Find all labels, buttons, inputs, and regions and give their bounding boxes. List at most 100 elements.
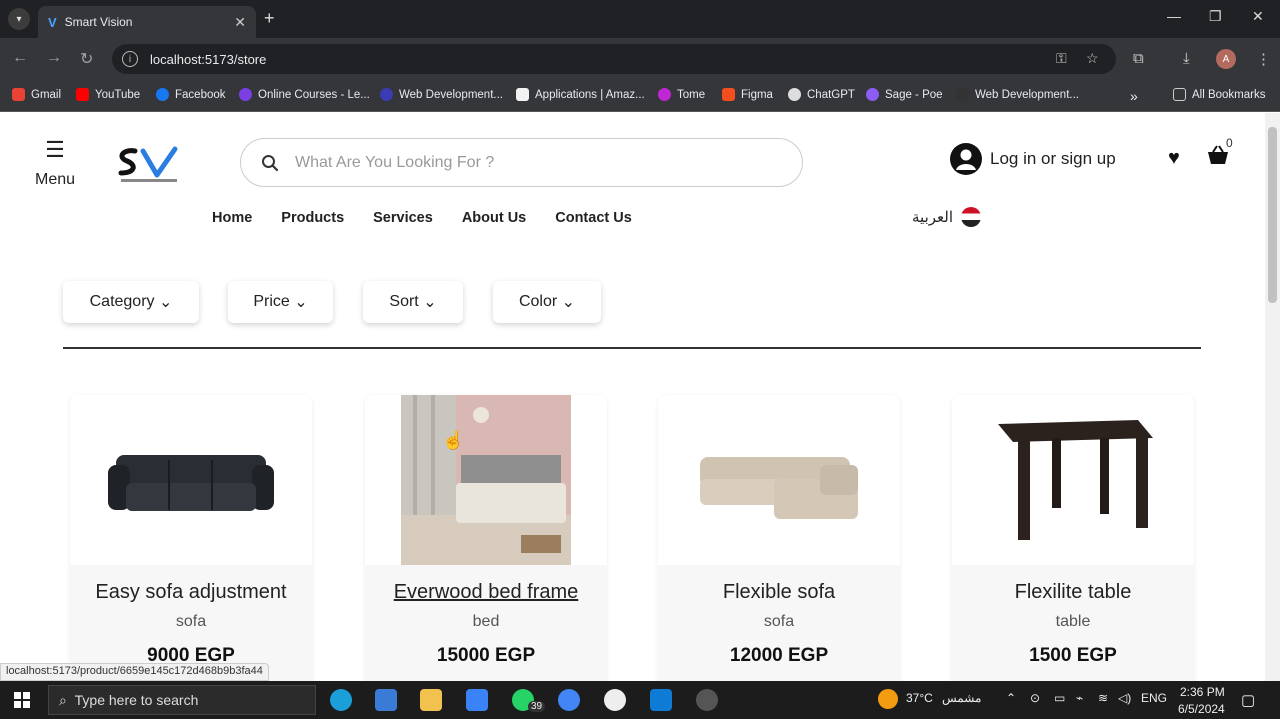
github-icon[interactable]	[696, 689, 718, 711]
taskbar-search[interactable]: ⌕ Type here to search	[48, 685, 316, 715]
bookmark-web-dev[interactable]: Web Development...	[380, 88, 503, 101]
product-card[interactable]: Easy sofa adjustment sofa 9000 EGP	[70, 395, 312, 681]
main-nav: Home Products Services About Us Contact …	[212, 210, 632, 226]
tab-favicon-icon: V	[48, 14, 57, 30]
tray-app-icon[interactable]: ⊙	[1030, 691, 1040, 705]
login-button[interactable]: Log in or sign up	[950, 143, 1116, 175]
product-category: table	[1055, 613, 1091, 630]
clock-time[interactable]: 2:36 PM	[1180, 685, 1225, 699]
search-icon	[262, 154, 279, 171]
file-explorer-icon[interactable]	[420, 689, 442, 711]
nav-about-us[interactable]: About Us	[462, 210, 526, 226]
nav-services[interactable]: Services	[373, 210, 433, 226]
input-language[interactable]: ENG	[1141, 691, 1167, 705]
product-card[interactable]: Flexible sofa sofa 12000 EGP	[658, 395, 900, 681]
scrollbar-thumb[interactable]	[1268, 127, 1277, 303]
bookmark-tome[interactable]: Tome	[658, 88, 705, 101]
language-switcher[interactable]: العربية	[912, 207, 981, 227]
mail-icon[interactable]	[466, 689, 488, 711]
product-card[interactable]: Everwood bed frame bed 15000 EGP	[365, 395, 607, 681]
nav-home[interactable]: Home	[212, 210, 252, 226]
address-url: localhost:5173/store	[150, 51, 267, 67]
product-image[interactable]	[952, 395, 1194, 565]
search-input[interactable]	[295, 153, 755, 172]
address-bar[interactable]: i localhost:5173/store ⚿ ☆	[112, 44, 1116, 74]
back-icon[interactable]: ←	[12, 49, 28, 67]
tray-icon[interactable]: ▭	[1054, 691, 1065, 705]
bookmark-youtube[interactable]: YouTube	[76, 88, 140, 101]
product-name[interactable]: Flexilite table	[952, 581, 1194, 604]
bookmark-gmail[interactable]: Gmail	[12, 88, 61, 101]
tab-list-button[interactable]: ▾	[8, 8, 30, 30]
notifications-icon[interactable]: ▢	[1241, 691, 1255, 709]
edge-icon[interactable]	[330, 689, 352, 711]
extensions-icon[interactable]: ⧉	[1133, 50, 1144, 67]
browser-menu-icon[interactable]: ⋮	[1256, 50, 1271, 68]
reload-icon[interactable]: ↻	[80, 49, 93, 69]
profile-avatar[interactable]: A	[1216, 49, 1236, 69]
chatgpt-icon	[788, 88, 801, 101]
amazon-icon	[516, 88, 529, 101]
forward-icon[interactable]: →	[46, 49, 62, 67]
page-scrollbar[interactable]	[1265, 113, 1280, 681]
bookmark-star-icon[interactable]: ☆	[1086, 50, 1099, 67]
maximize-icon[interactable]: ❐	[1209, 8, 1222, 25]
facebook-icon	[156, 88, 169, 101]
youtube-icon	[76, 88, 89, 101]
product-category: bed	[472, 613, 500, 630]
product-card[interactable]: Flexilite table table 1500 EGP	[952, 395, 1194, 681]
chrome-icon[interactable]	[558, 689, 580, 711]
all-bookmarks[interactable]: All Bookmarks	[1173, 88, 1266, 101]
filter-color[interactable]: Color ⌄	[493, 281, 601, 323]
minimize-icon[interactable]: —	[1167, 8, 1181, 24]
nav-contact-us[interactable]: Contact Us	[555, 210, 632, 226]
product-image[interactable]	[658, 395, 900, 565]
bookmark-online-courses[interactable]: Online Courses - Le...	[239, 88, 370, 101]
login-label: Log in or sign up	[990, 149, 1116, 168]
vscode-icon[interactable]	[650, 689, 672, 711]
password-key-icon[interactable]: ⚿	[1056, 50, 1067, 67]
site-info-icon[interactable]: i	[122, 51, 138, 67]
bookmark-chatgpt[interactable]: ChatGPT	[788, 88, 855, 101]
volume-icon[interactable]: ◁)	[1118, 691, 1131, 705]
store-icon[interactable]	[375, 689, 397, 711]
download-icon[interactable]: ⤓	[1183, 50, 1190, 67]
bookmark-facebook[interactable]: Facebook	[156, 88, 226, 101]
divider	[63, 347, 1201, 349]
browser-tab[interactable]: V Smart Vision ✕	[38, 6, 256, 38]
courses-icon	[239, 88, 252, 101]
filter-sort[interactable]: Sort ⌄	[363, 281, 463, 323]
tray-chevron-icon[interactable]: ⌃	[1006, 691, 1016, 705]
more-bookmarks-icon[interactable]: »	[1130, 88, 1138, 104]
product-category: sofa	[763, 613, 795, 630]
bookmark-amazon[interactable]: Applications | Amaz...	[516, 88, 645, 101]
new-tab-button[interactable]: +	[264, 8, 275, 29]
clock-date[interactable]: 6/5/2024	[1178, 702, 1225, 716]
store-page: ☰ Menu Log in or sign up ♥ 0 Home Produc…	[0, 113, 1265, 681]
smart-vision-logo[interactable]	[113, 143, 185, 189]
bookmark-sage-poe[interactable]: Sage - Poe	[866, 88, 943, 101]
network-icon[interactable]: ⌁	[1076, 691, 1083, 705]
chevron-down-icon: ⌄	[158, 294, 173, 311]
close-window-icon[interactable]: ✕	[1252, 8, 1264, 25]
filter-price[interactable]: Price ⌄	[228, 281, 333, 323]
wishlist-heart-icon[interactable]: ♥	[1168, 147, 1180, 170]
menu-button[interactable]: ☰ Menu	[30, 139, 80, 189]
product-name[interactable]: Everwood bed frame	[365, 581, 607, 604]
bookmark-web-dev-2[interactable]: Web Development...	[956, 88, 1079, 101]
bookmark-figma[interactable]: Figma	[722, 88, 773, 101]
filter-category[interactable]: Category ⌄	[63, 281, 199, 323]
nav-products[interactable]: Products	[281, 210, 344, 226]
web-dev-icon	[380, 88, 393, 101]
product-image[interactable]	[70, 395, 312, 565]
windows-start-icon[interactable]	[14, 692, 30, 708]
product-image[interactable]	[365, 395, 607, 565]
product-name[interactable]: Easy sofa adjustment	[70, 581, 312, 604]
search-bar[interactable]	[240, 138, 803, 187]
close-tab-icon[interactable]: ✕	[234, 14, 246, 31]
wifi-icon[interactable]: ≋	[1098, 691, 1108, 705]
browser-toolbar: ← → ↻ i localhost:5173/store ⚿ ☆ ⧉ ⤓ A ⋮	[0, 38, 1280, 80]
browser-tab-strip: ▾ V Smart Vision ✕ + — ❐ ✕	[0, 0, 1280, 38]
app-icon[interactable]	[604, 689, 626, 711]
product-name[interactable]: Flexible sofa	[658, 581, 900, 604]
